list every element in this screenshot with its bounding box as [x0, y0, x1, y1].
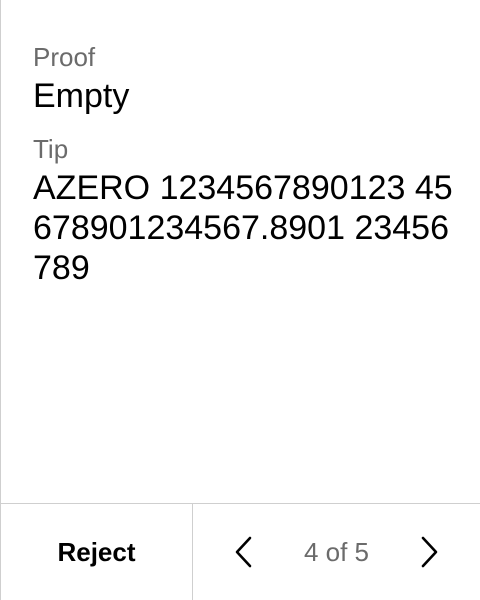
- page-indicator: 4 of 5: [303, 536, 370, 567]
- chevron-right-icon: [421, 536, 438, 568]
- previous-page-button[interactable]: [229, 532, 257, 572]
- tip-field: Tip AZERO 1234567890123 45678901234567.8…: [33, 132, 456, 288]
- proof-label: Proof: [33, 42, 96, 72]
- proof-value: Empty: [33, 77, 130, 115]
- next-page-button[interactable]: [416, 532, 444, 572]
- footer-bar: Reject 4 of 5: [1, 503, 480, 600]
- pager: 4 of 5: [193, 504, 480, 600]
- tip-label: Tip: [33, 134, 69, 164]
- details-panel: Proof Empty Tip AZERO 1234567890123 4567…: [33, 40, 456, 288]
- chevron-left-icon: [235, 536, 252, 568]
- tip-value: AZERO 1234567890123 45678901234567.8901 …: [33, 169, 453, 287]
- proof-field: Proof Empty: [33, 40, 456, 116]
- reject-button[interactable]: Reject: [1, 504, 193, 600]
- review-screen: Proof Empty Tip AZERO 1234567890123 4567…: [0, 0, 480, 600]
